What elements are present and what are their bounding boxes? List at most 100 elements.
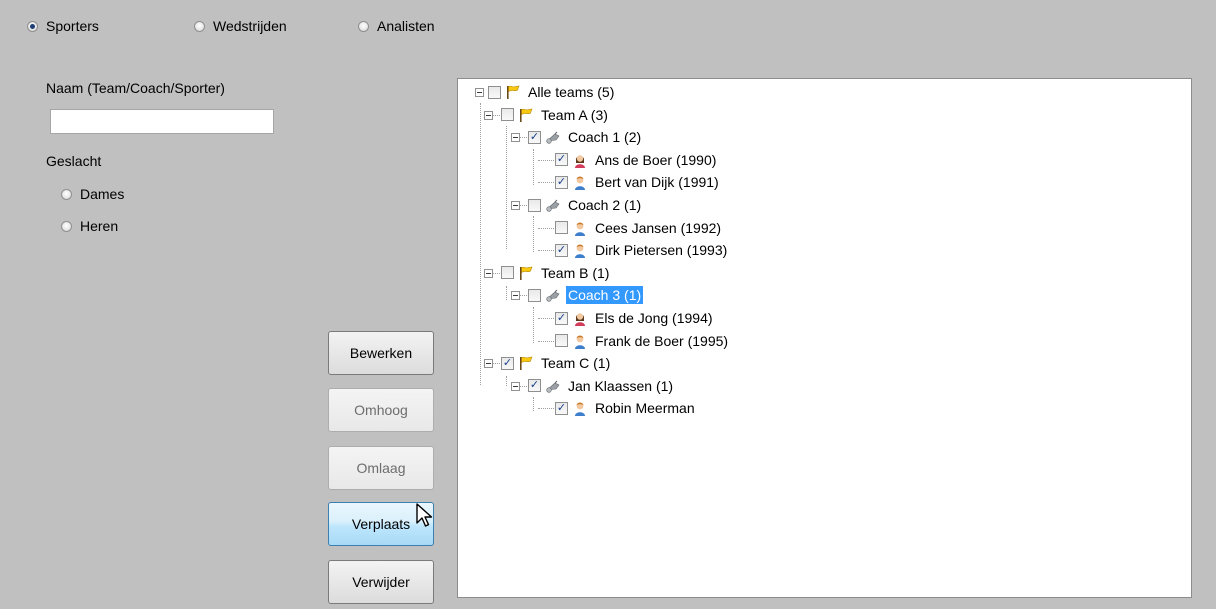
tree-node-label: Coach 1 (2): [568, 129, 642, 146]
tree-connector: [533, 397, 534, 411]
radio-label: Analisten: [377, 18, 435, 34]
tree-node[interactable]: Coach 2 (1): [528, 196, 643, 214]
team-tree-view[interactable]: Alle teams (5) Team A (3) ✓ Coach 1 (2) ✓ Ans…: [457, 78, 1192, 598]
tree-checkbox[interactable]: [555, 221, 568, 235]
male-user-icon: [568, 333, 588, 349]
tree-node-label: Coach 3 (1): [566, 286, 644, 305]
radio-wedstrijden[interactable]: Wedstrijden: [194, 18, 287, 34]
tree-node[interactable]: Team B (1): [501, 264, 611, 282]
radio-dot: [194, 20, 205, 32]
whistle-icon: [541, 378, 561, 394]
flag-icon: [501, 84, 521, 100]
tree-collapse-icon[interactable]: [484, 110, 493, 120]
tree-connector: [533, 307, 534, 343]
flag-icon: [514, 107, 534, 123]
flag-icon: [514, 355, 534, 371]
tree-collapse-icon[interactable]: [511, 133, 520, 143]
tree-node[interactable]: ✓ Jan Klaassen (1): [528, 377, 675, 395]
tree-collapse-icon[interactable]: [511, 381, 520, 391]
tree-node-label: Robin Meerman: [595, 400, 695, 417]
tree-checkbox[interactable]: [501, 108, 514, 122]
tree-checkbox-checked[interactable]: ✓: [528, 130, 541, 144]
edit-button[interactable]: Bewerken: [328, 331, 434, 375]
tree-checkbox[interactable]: [488, 85, 501, 99]
tree-connector: [480, 103, 481, 385]
gender-label: Geslacht: [46, 153, 102, 169]
tree-node[interactable]: Coach 3 (1): [528, 286, 644, 305]
radio-dames[interactable]: Dames: [61, 186, 124, 202]
radio-dot: [27, 20, 38, 32]
whistle-icon: [541, 287, 561, 303]
radio-sporters[interactable]: Sporters: [27, 18, 99, 34]
tree-node-label: Cees Jansen (1992): [595, 219, 722, 236]
tree-checkbox-checked[interactable]: ✓: [555, 153, 568, 167]
radio-label: Dames: [80, 186, 125, 202]
tree-node-label: Team B (1): [541, 264, 610, 281]
tree-node[interactable]: ✓ Team C (1): [501, 354, 612, 372]
tree-collapse-icon[interactable]: [484, 359, 493, 369]
tree-checkbox-checked[interactable]: ✓: [555, 311, 568, 325]
radio-label: Wedstrijden: [213, 18, 287, 34]
tree-node-label: Frank de Boer (1995): [595, 332, 729, 349]
radio-heren[interactable]: Heren: [61, 218, 118, 234]
whistle-icon: [541, 129, 561, 145]
tree-node-label: Team A (3): [541, 106, 608, 123]
tree-collapse-icon[interactable]: [511, 201, 520, 210]
female-user-icon: [568, 152, 588, 168]
tree-checkbox-checked[interactable]: ✓: [555, 175, 568, 189]
tree-node-label: Bert van Dijk (1991): [595, 174, 719, 191]
tree-checkbox-checked[interactable]: ✓: [555, 401, 568, 415]
tree-node[interactable]: Team A (3): [501, 106, 610, 124]
tree-node[interactable]: Frank de Boer (1995): [555, 332, 730, 350]
tree-collapse-icon[interactable]: [484, 268, 493, 278]
tree-checkbox[interactable]: [528, 198, 541, 212]
tree-connector: [506, 286, 507, 300]
tree-node[interactable]: ✓ Ans de Boer (1990): [555, 151, 718, 169]
male-user-icon: [568, 174, 588, 191]
name-label: Naam (Team/Coach/Sporter): [46, 80, 225, 96]
flag-icon: [514, 265, 534, 281]
tree-checkbox[interactable]: [528, 288, 541, 302]
tree-checkbox-checked[interactable]: ✓: [555, 243, 568, 257]
tree-connector: [506, 376, 507, 386]
tree-node-label: Team C (1): [541, 355, 611, 372]
tree-node-label: Jan Klaassen (1): [568, 377, 674, 394]
radio-dot: [358, 20, 369, 32]
move-down-button[interactable]: Omlaag: [328, 446, 434, 490]
male-user-icon: [568, 220, 588, 236]
male-user-icon: [568, 242, 588, 259]
tree-node[interactable]: ✓ Dirk Pietersen (1993): [555, 241, 729, 259]
radio-dot: [61, 188, 72, 200]
tree-node[interactable]: ✓ Els de Jong (1994): [555, 309, 715, 327]
tree-node[interactable]: Alle teams (5): [488, 83, 616, 101]
tree-connector: [533, 149, 534, 185]
tree-checkbox[interactable]: [501, 266, 514, 280]
tree-node-label: Alle teams (5): [528, 84, 615, 100]
radio-dot: [61, 220, 72, 232]
whistle-icon: [541, 197, 561, 213]
tree-node-label: Coach 2 (1): [568, 197, 642, 213]
tree-checkbox-checked[interactable]: ✓: [501, 356, 514, 370]
tree-connector: [533, 216, 534, 252]
tree-node[interactable]: ✓ Coach 1 (2): [528, 128, 643, 146]
radio-label: Sporters: [46, 18, 99, 34]
tree-checkbox[interactable]: [555, 334, 568, 348]
tree-node-label: Els de Jong (1994): [595, 310, 713, 326]
tree-checkbox-checked[interactable]: ✓: [528, 379, 541, 393]
tree-node[interactable]: ✓ Bert van Dijk (1991): [555, 173, 721, 191]
radio-label: Heren: [80, 218, 119, 234]
tree-connector: [506, 126, 507, 249]
tree-node-label: Ans de Boer (1990): [595, 151, 717, 168]
tree-collapse-icon[interactable]: [511, 291, 520, 301]
delete-button[interactable]: Verwijder: [328, 560, 434, 604]
radio-analisten[interactable]: Analisten: [358, 18, 435, 34]
tree-node[interactable]: ✓ Robin Meerman: [555, 399, 697, 417]
tree-collapse-icon[interactable]: [475, 88, 484, 97]
tree-node[interactable]: Cees Jansen (1992): [555, 219, 723, 237]
female-user-icon: [568, 310, 588, 326]
tree-node-label: Dirk Pietersen (1993): [595, 242, 728, 259]
name-search-input[interactable]: [50, 109, 274, 134]
male-user-icon: [568, 400, 588, 417]
move-up-button[interactable]: Omhoog: [328, 388, 434, 432]
mouse-cursor-icon: [416, 503, 433, 527]
